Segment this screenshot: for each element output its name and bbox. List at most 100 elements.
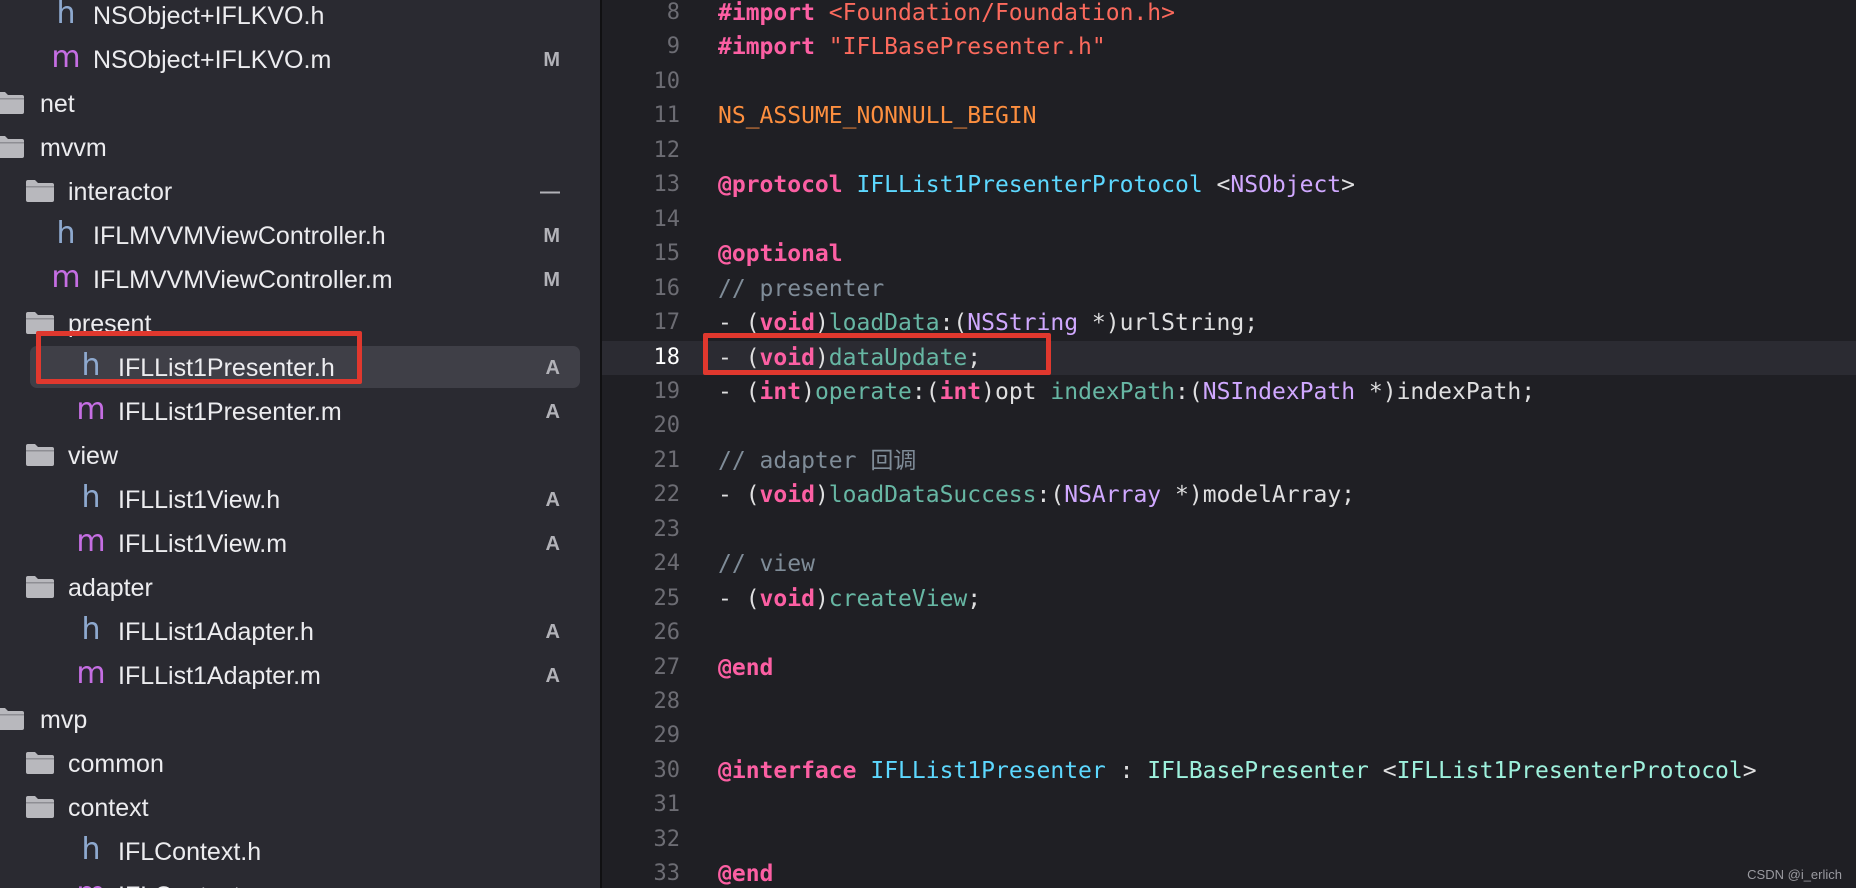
code-line[interactable]: 27 @end <box>602 651 1856 685</box>
folder-icon <box>24 178 56 204</box>
file-row[interactable]: h IFLList1Adapter.h A <box>0 610 600 654</box>
line-number: 23 <box>653 516 681 542</box>
code-token: #import <box>718 34 829 61</box>
folder-row[interactable]: common <box>0 742 600 786</box>
file-row[interactable]: m IFLList1View.m A <box>0 522 600 566</box>
file-row[interactable]: h IFLContext.h <box>0 830 600 874</box>
code-token: :( <box>1175 378 1203 405</box>
file-name-label: NSObject+IFLKVO.h <box>93 2 325 30</box>
code-token: ; <box>967 585 982 612</box>
file-row[interactable]: m NSObject+IFLKVO.m M <box>0 38 600 82</box>
chevron-down-icon[interactable] <box>3 796 17 818</box>
code-line[interactable]: 28 <box>602 685 1856 719</box>
code-line[interactable]: 33 @end <box>602 857 1856 888</box>
folder-row[interactable]: mvp <box>0 698 600 742</box>
folder-icon <box>0 90 26 116</box>
code-line[interactable]: 30 @interface IFLList1Presenter : IFLBase… <box>602 754 1856 788</box>
folder-icon <box>0 706 26 732</box>
file-row[interactable]: h IFLMVVMViewController.h M <box>0 214 600 258</box>
xcode-window: h NSObject+IFLKVO.h m NSObject+IFLKVO.m Mnet… <box>0 0 1856 888</box>
code-token: "IFLBasePresenter.h" <box>828 34 1106 61</box>
source-control-status-badge: A <box>545 489 560 511</box>
file-row[interactable]: m IFLMVVMViewController.m M <box>0 258 600 302</box>
code-token: @optional <box>718 241 843 268</box>
code-line[interactable]: 12 <box>602 134 1856 168</box>
chevron-right-icon[interactable] <box>3 180 17 202</box>
chevron-right-icon[interactable] <box>3 752 17 774</box>
code-line[interactable]: 32 <box>602 823 1856 857</box>
code-token: ) <box>814 585 829 612</box>
file-row[interactable]: m IFLList1Adapter.m A <box>0 654 600 698</box>
code-line[interactable]: 13 @protocol IFLList1PresenterProtocol <N… <box>602 168 1856 202</box>
line-number: 22 <box>653 482 681 508</box>
implementation-file-icon: m <box>76 392 106 427</box>
file-name-label: IFLContext.h <box>118 838 262 866</box>
header-file-icon: h <box>81 612 101 647</box>
code-line[interactable]: 19- (int)operate:(int)opt indexPath:(NSI… <box>602 375 1856 409</box>
line-number: 20 <box>653 413 681 439</box>
code-line[interactable]: 14 <box>602 203 1856 237</box>
line-number: 28 <box>653 689 681 714</box>
code-line[interactable]: 10 <box>602 65 1856 99</box>
implementation-file-icon: m <box>76 874 106 888</box>
code-token: operate <box>814 378 912 405</box>
code-line[interactable]: 11 NS_ASSUME_NONNULL_BEGIN <box>602 99 1856 133</box>
code-text: @optional <box>718 237 843 271</box>
file-row[interactable]: m IFLList1Presenter.m A <box>0 390 600 434</box>
source-control-status-badge: A <box>545 357 560 379</box>
chevron-down-icon[interactable] <box>3 312 17 334</box>
file-row[interactable]: h NSObject+IFLKVO.h <box>0 0 600 38</box>
code-token: @protocol <box>718 172 843 199</box>
code-line[interactable]: 9 #import "IFLBasePresenter.h" <box>602 30 1856 64</box>
code-line[interactable]: 31 <box>602 788 1856 822</box>
folder-row[interactable]: net <box>0 82 600 126</box>
code-token: IFLList1PresenterProtocol <box>1396 757 1743 784</box>
code-token: NSIndexPath <box>1202 378 1356 405</box>
file-row[interactable]: m IFLContext.m <box>0 874 600 888</box>
source-control-status-badge: M <box>543 225 560 247</box>
folder-row[interactable]: view <box>0 434 600 478</box>
source-control-status-badge: M <box>543 49 560 71</box>
code-text: @protocol IFLList1PresenterProtocol <NSO… <box>718 168 1355 202</box>
chevron-down-icon[interactable] <box>3 444 17 466</box>
code-token: createView <box>828 585 968 612</box>
line-number: 9 <box>666 34 680 60</box>
folder-row[interactable]: interactor — <box>0 170 600 214</box>
code-line[interactable]: 20 <box>602 409 1856 443</box>
folder-icon <box>24 442 56 468</box>
code-line[interactable]: 8 #import <Foundation/Foundation.h> <box>602 0 1856 30</box>
source-editor[interactable]: CSDN @i_erlich 8 #import <Foundation/Foun… <box>602 0 1856 888</box>
folder-row[interactable]: context <box>0 786 600 830</box>
line-number: 8 <box>666 0 680 25</box>
code-line[interactable]: 25 - (void)createView; <box>602 582 1856 616</box>
project-navigator: h NSObject+IFLKVO.h m NSObject+IFLKVO.m Mnet… <box>0 0 600 888</box>
folder-row[interactable]: adapter <box>0 566 600 610</box>
code-token: #import <box>718 0 829 26</box>
code-text: // view <box>718 547 815 581</box>
code-token: loadDataSuccess <box>828 482 1037 509</box>
code-text: @interface IFLList1Presenter : IFLBasePr… <box>718 754 1757 788</box>
file-name-label: IFLList1Presenter.m <box>118 398 342 426</box>
chevron-down-icon[interactable] <box>3 576 17 598</box>
line-number: 12 <box>653 137 681 163</box>
code-line[interactable]: 16 // presenter <box>602 272 1856 306</box>
file-name-label: IFLContext.m <box>118 874 268 888</box>
code-line[interactable]: 15 @optional <box>602 237 1856 271</box>
implementation-file-icon: m <box>76 524 106 559</box>
code-text: // presenter <box>718 272 884 306</box>
file-name-label: IFLList1Adapter.m <box>118 662 321 690</box>
code-line[interactable]: 26 <box>602 616 1856 650</box>
line-number: 14 <box>653 206 681 232</box>
file-name-label: interactor <box>68 178 173 206</box>
code-token: int <box>939 378 982 405</box>
file-row[interactable]: h IFLList1View.h A <box>0 478 600 522</box>
code-line[interactable]: 23 <box>602 513 1856 547</box>
folder-row[interactable]: mvvm <box>0 126 600 170</box>
line-number: 16 <box>653 275 681 301</box>
code-token: void <box>759 482 815 509</box>
code-line[interactable]: 29 <box>602 719 1856 753</box>
file-name-label: IFLList1Adapter.h <box>118 618 314 646</box>
code-line[interactable]: 21 // adapter 回调 <box>602 444 1856 478</box>
code-line[interactable]: 24 // view <box>602 547 1856 581</box>
code-line[interactable]: 22 - (void)loadDataSuccess:(NSArray *)mod… <box>602 478 1856 512</box>
